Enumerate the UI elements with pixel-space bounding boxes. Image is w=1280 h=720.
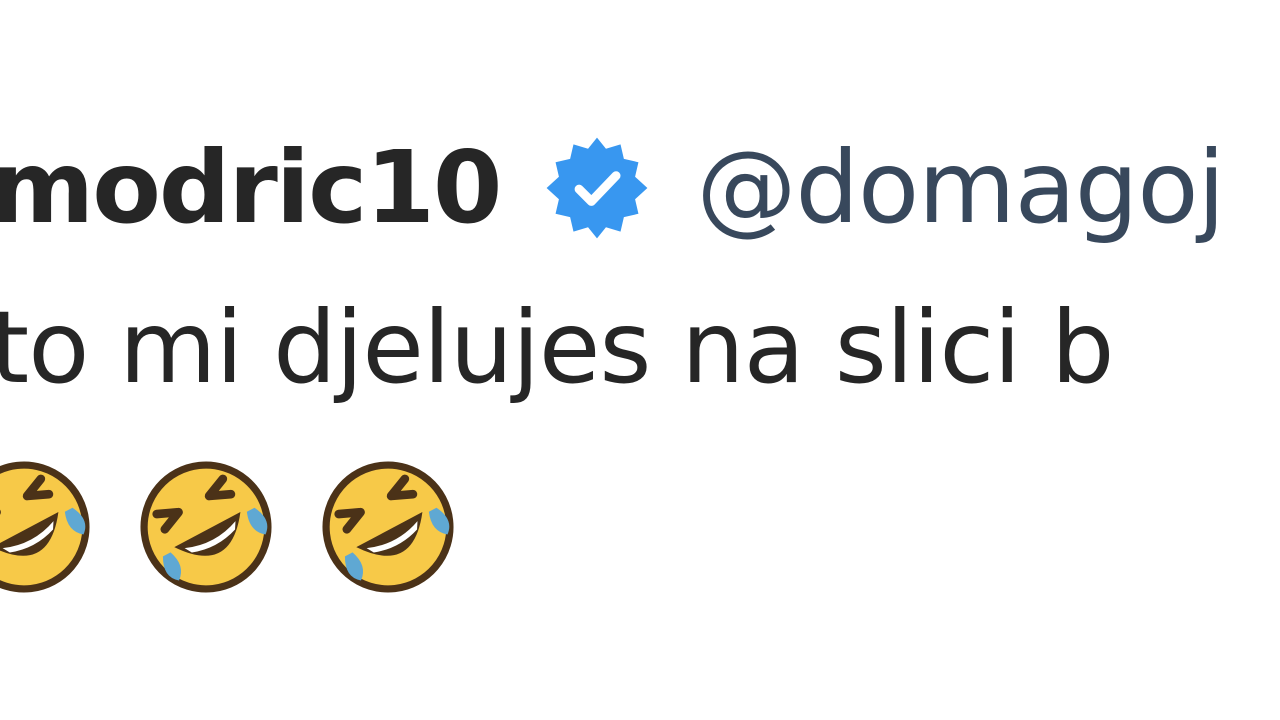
username-link[interactable]: modric10 (0, 138, 503, 238)
comment-text: to mi djelujes na slici b (0, 289, 1114, 406)
comment-header: modric10 @domagoj (0, 128, 1226, 248)
rolling-on-the-floor-laughing-icon (140, 461, 272, 593)
comment: modric10 @domagoj to mi djelujes na slic… (0, 0, 1280, 720)
rolling-on-the-floor-laughing-icon (322, 461, 454, 593)
mention-link[interactable]: @domagoj (697, 138, 1226, 238)
verified-badge-icon (546, 137, 647, 239)
emoji-row (0, 455, 460, 599)
rolling-on-the-floor-laughing-icon (0, 461, 90, 593)
